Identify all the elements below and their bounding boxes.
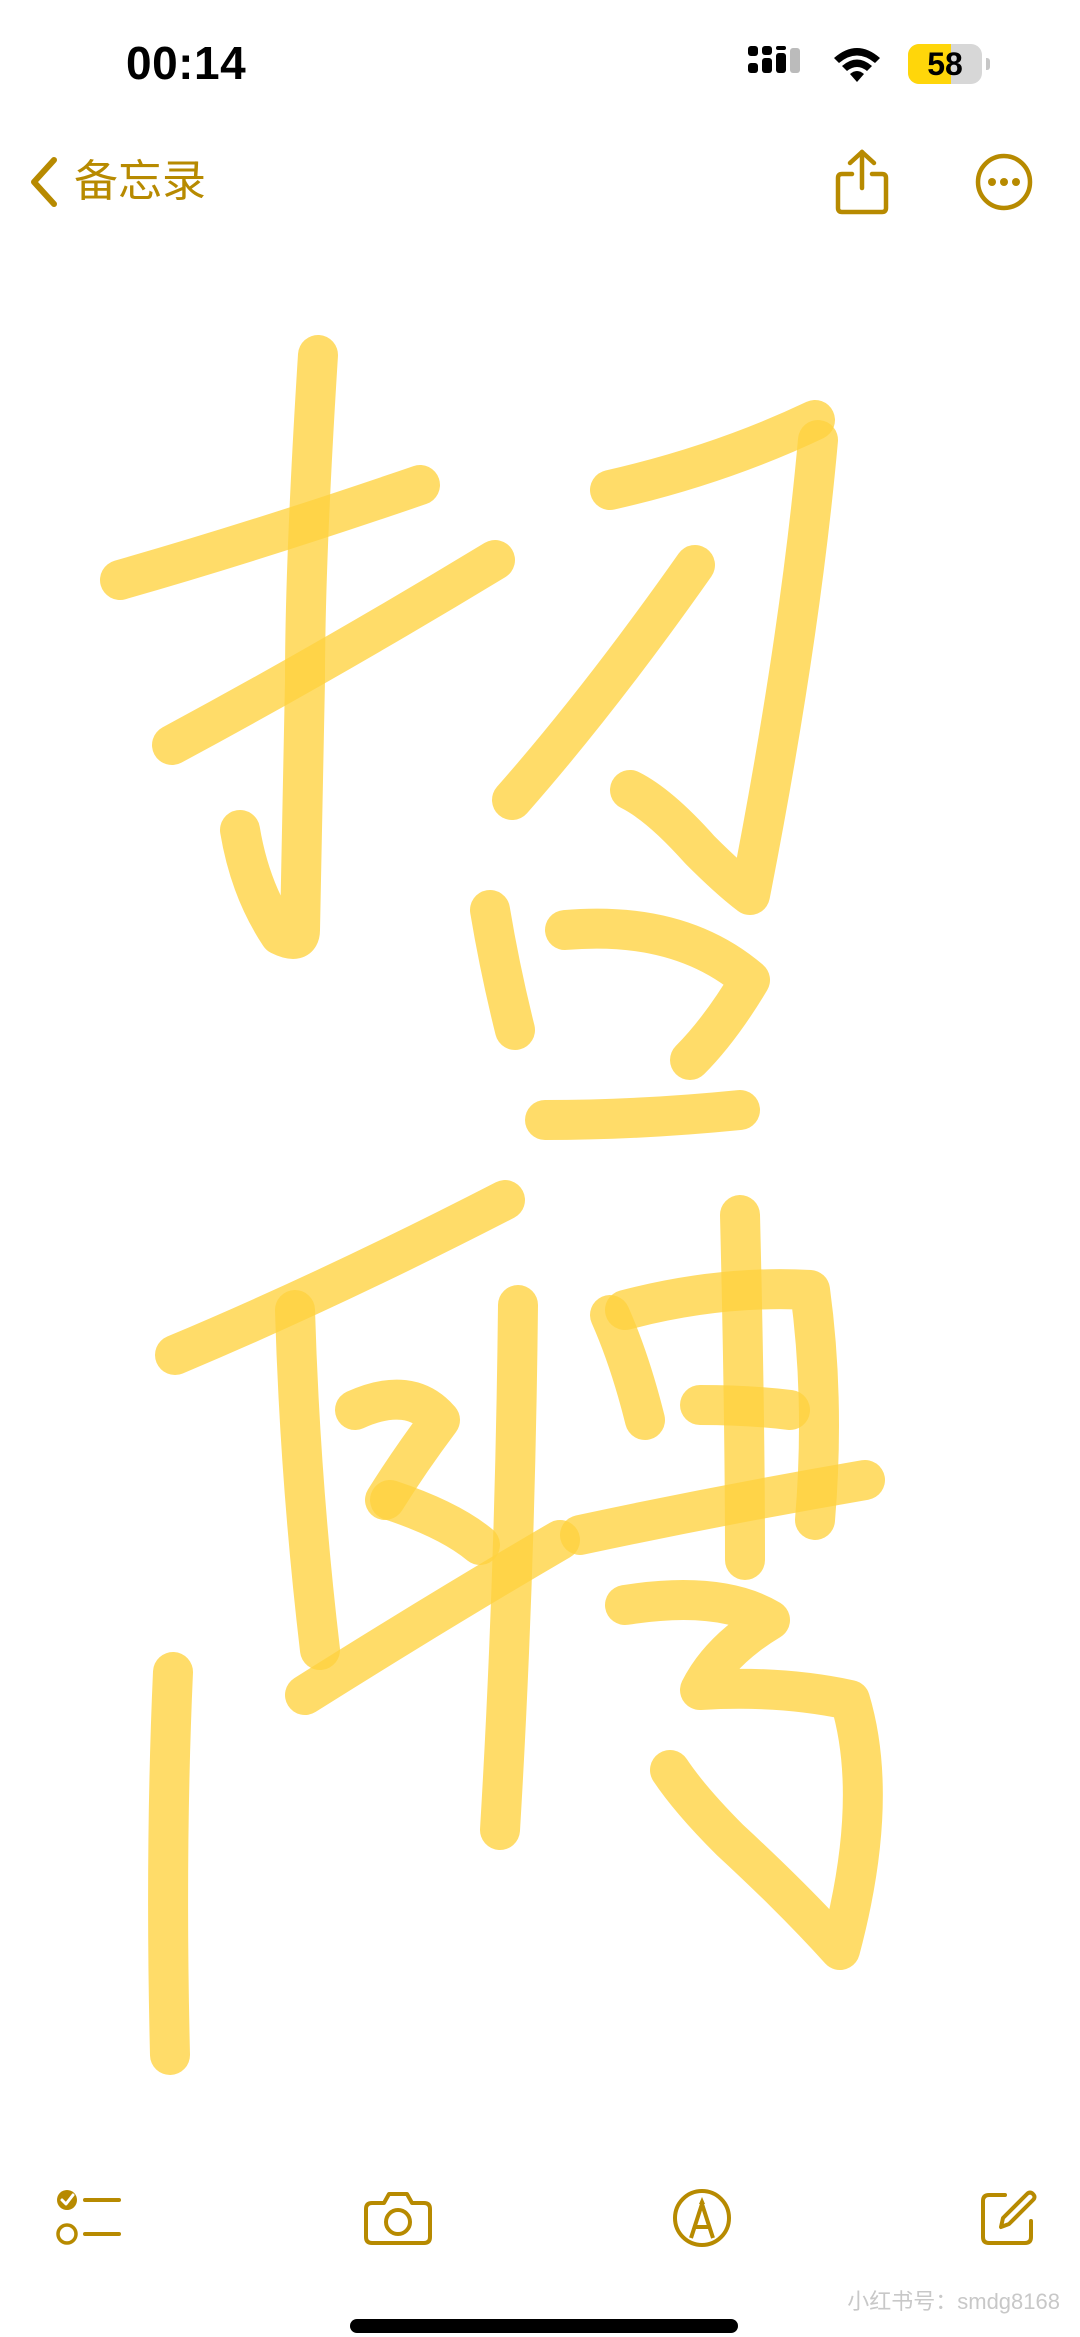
ellipsis-circle-icon [975,153,1033,211]
battery-indicator: 58 [908,44,982,84]
checklist-button[interactable] [40,2168,140,2268]
stroke [100,465,440,600]
stroke [492,545,715,820]
stroke [610,420,838,915]
watermark: 小红书号：smdg8168 [847,2289,1060,2314]
markup-button[interactable] [652,2168,752,2268]
nav-bar: 备忘录 [0,130,1080,240]
stroke [480,1285,538,1850]
status-icons: 58 [748,42,990,86]
stroke [220,335,338,959]
bottom-toolbar [0,2168,1080,2268]
stroke [605,1580,883,1970]
compose-button[interactable] [958,2168,1058,2268]
drawing-canvas[interactable] [0,240,1080,2120]
wifi-icon [834,48,880,82]
checklist-icon [56,2190,121,2245]
stroke [590,400,835,510]
stroke [470,890,535,1050]
stroke [275,1290,340,1670]
stroke [152,540,515,765]
camera-button[interactable] [348,2168,448,2268]
stroke [545,908,770,1080]
stroke [590,1295,665,1440]
status-time: 00:14 [126,37,247,89]
stroke [155,1180,525,1375]
compose-icon [981,2190,1037,2245]
home-indicator[interactable] [350,2319,738,2333]
share-icon [835,149,889,215]
stroke [148,1652,193,2075]
cellular-signal-icon [748,46,800,73]
status-bar: 00:14 58 [0,0,1080,130]
more-button[interactable] [964,142,1044,222]
back-label: 备忘录 [74,157,206,206]
markup-pen-icon [673,2189,731,2247]
camera-icon [364,2192,432,2245]
back-button[interactable]: 备忘录 [28,142,206,222]
chevron-left-icon [31,157,57,207]
stroke [525,1090,760,1140]
stroke [370,1480,500,1565]
battery-cap [986,58,990,70]
battery-level: 58 [927,46,963,82]
share-button[interactable] [822,142,902,222]
